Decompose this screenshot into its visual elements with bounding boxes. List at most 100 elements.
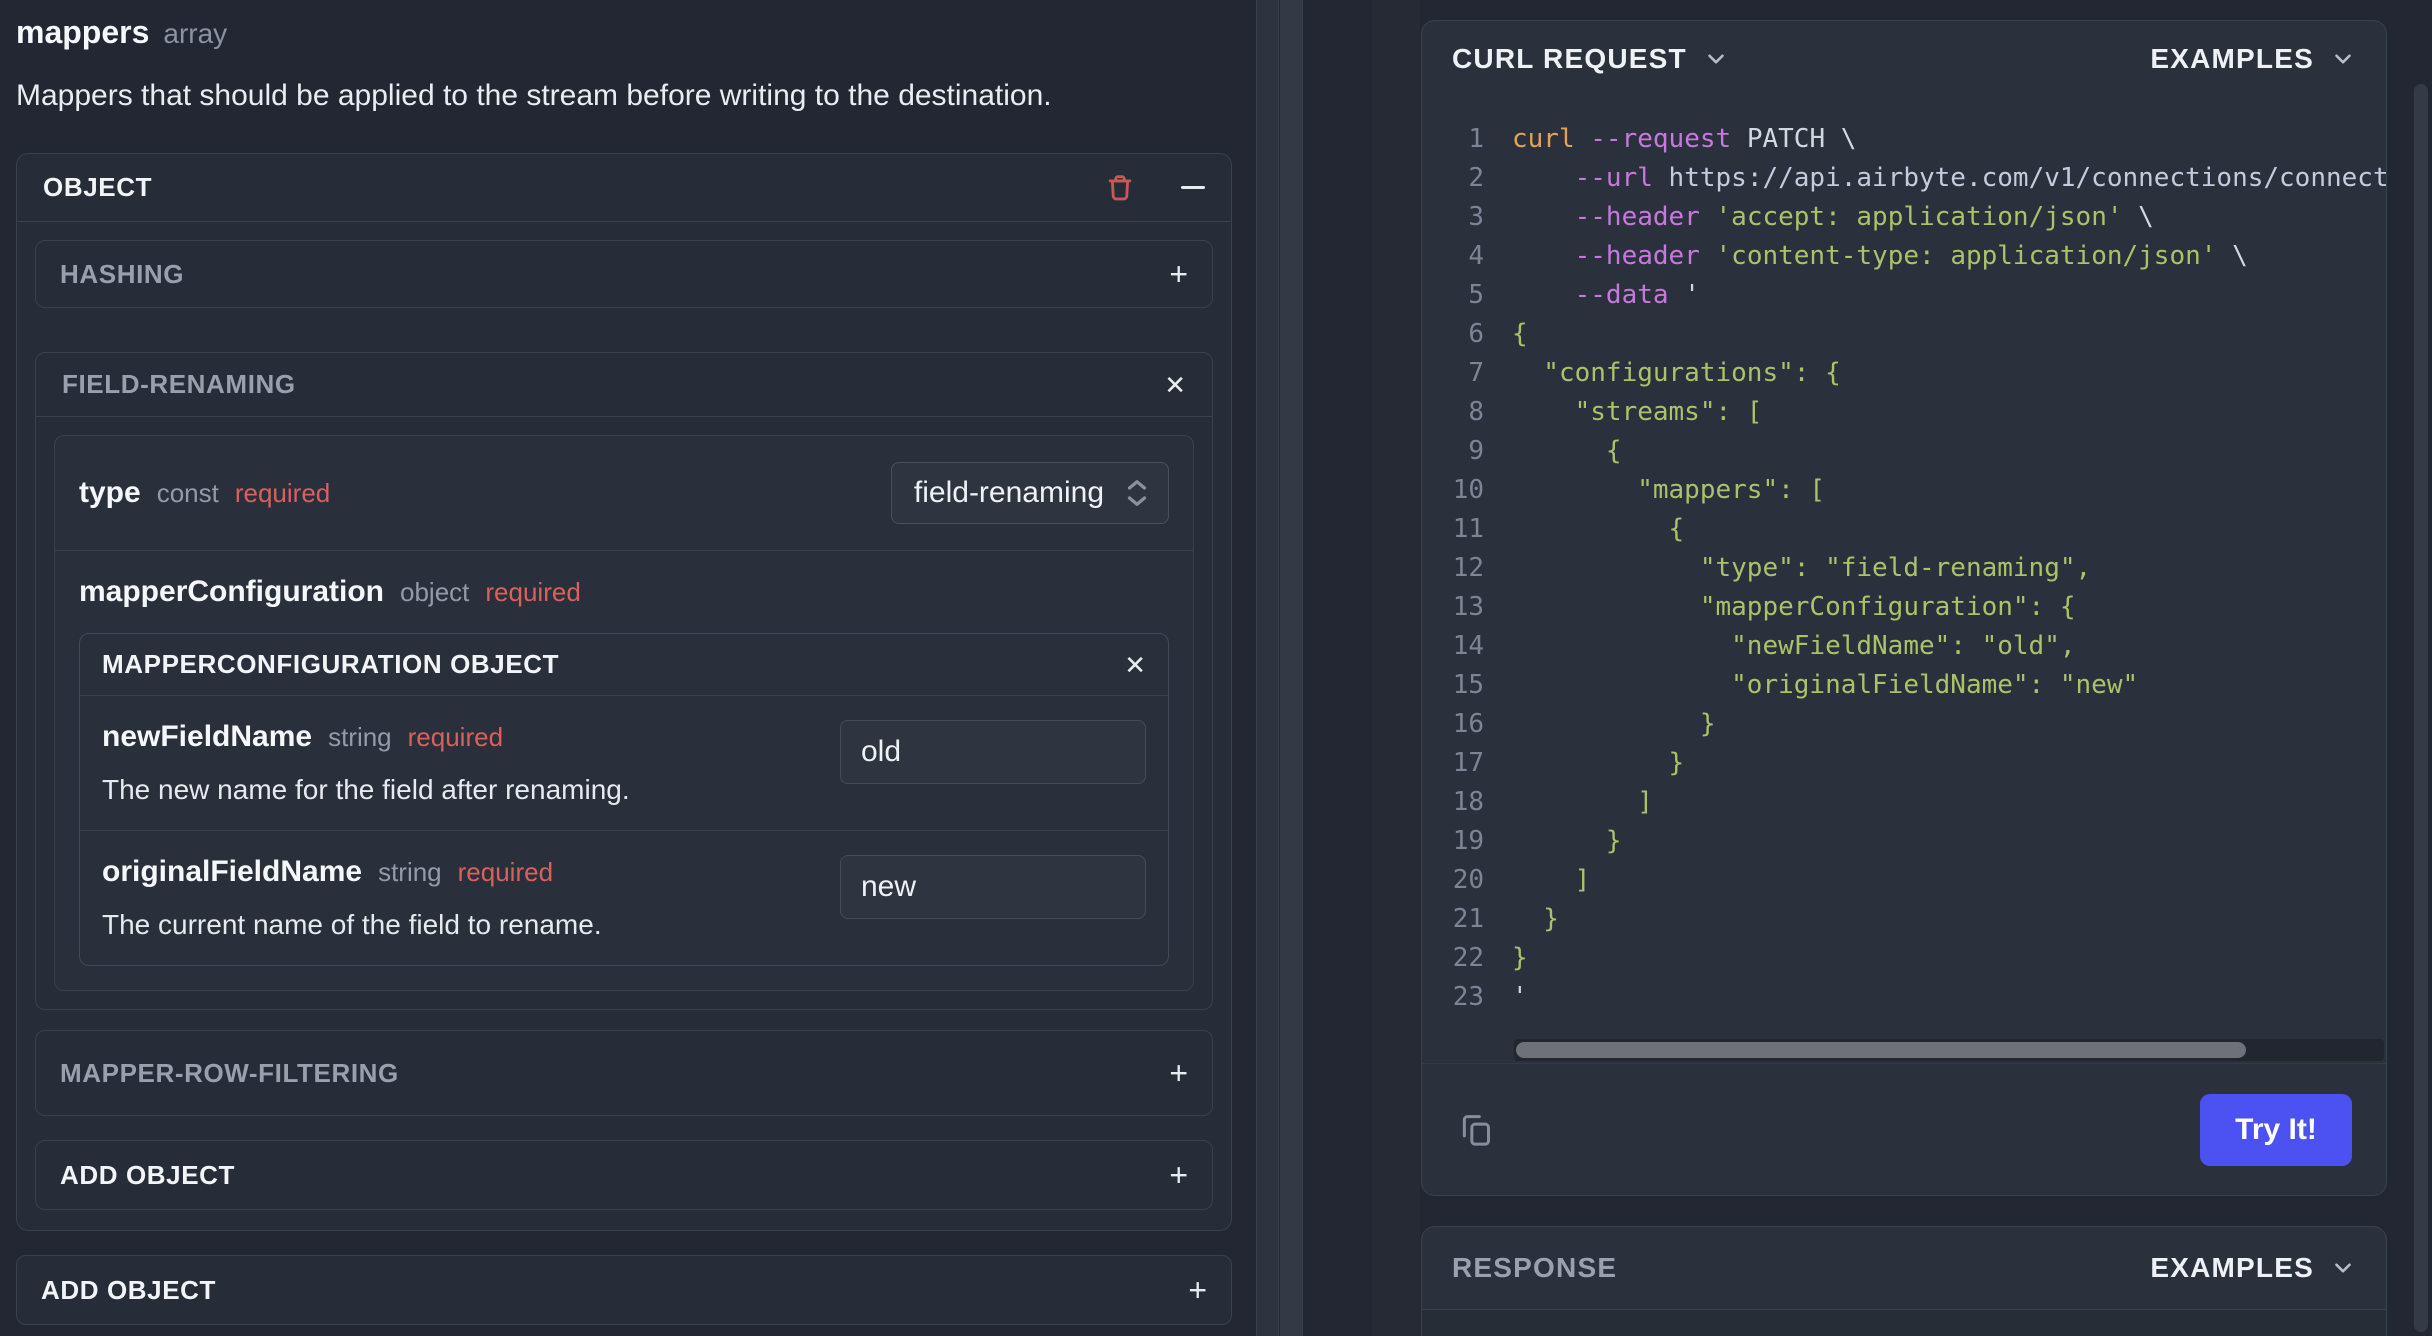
select-stepper-icon — [1122, 475, 1152, 511]
minus-icon — [1181, 186, 1205, 189]
line-number: 11 — [1452, 513, 1484, 544]
type-field-row: type const required field-renaming — [55, 436, 1193, 551]
object-panel: OBJECT HASHING + FIELD-RENAMING ✕ type c… — [16, 153, 1232, 1231]
field-renaming-body: type const required field-renaming mappe… — [36, 417, 1212, 1009]
object-panel-body: HASHING + FIELD-RENAMING ✕ type const re… — [17, 222, 1231, 1230]
code-line: 1 curl --request PATCH \ — [1422, 119, 2386, 158]
code-text: ] — [1512, 786, 1653, 817]
left-pane-scrollbar-thumb[interactable] — [1280, 0, 1303, 1336]
line-number: 22 — [1452, 942, 1484, 973]
new-field-name-description: The new name for the field after renamin… — [102, 774, 630, 805]
code-text: } — [1512, 903, 1559, 934]
new-field-name-row: newFieldName string required The new nam… — [80, 696, 1168, 830]
close-icon: ✕ — [1124, 649, 1146, 680]
curl-request-dropdown[interactable]: CURL REQUEST — [1452, 43, 1729, 75]
property-description: Mappers that should be applied to the st… — [16, 79, 1052, 112]
collapse-object-button[interactable] — [1181, 186, 1205, 189]
code-line: 22} — [1422, 938, 2386, 977]
code-horizontal-scrollbar-thumb[interactable] — [1516, 1042, 2246, 1058]
chevron-down-icon — [2330, 46, 2356, 72]
code-text: --url https://api.airbyte.com/v1/connect… — [1574, 162, 2386, 193]
code-text: "newFieldName": "old", — [1512, 630, 2076, 661]
line-number: 10 — [1452, 474, 1484, 505]
new-field-name-required-badge: required — [407, 722, 504, 752]
response-panel: RESPONSE EXAMPLES — [1421, 1226, 2387, 1336]
schema-editor-column: mappers array Mappers that should be app… — [0, 0, 1255, 1336]
type-required-badge: required — [234, 478, 331, 508]
code-text: ' — [1512, 981, 1528, 1012]
type-const-badge: const — [156, 478, 219, 508]
line-number: 16 — [1452, 708, 1484, 739]
code-text: --data ' — [1574, 279, 1700, 310]
chevron-down-icon — [2330, 1255, 2356, 1281]
delete-object-button[interactable] — [1103, 171, 1137, 205]
code-text: } — [1512, 942, 1528, 973]
type-select-value: field-renaming — [913, 476, 1104, 509]
object-panel-title: OBJECT — [43, 172, 153, 202]
plus-icon: + — [1188, 1272, 1207, 1308]
line-number: 17 — [1452, 747, 1484, 778]
line-number: 8 — [1468, 396, 1484, 427]
property-type-badge: array — [163, 18, 228, 49]
code-horizontal-scrollbar-track[interactable] — [1514, 1039, 2384, 1061]
try-it-button[interactable]: Try It! — [2200, 1093, 2352, 1166]
code-text: } — [1512, 708, 1716, 739]
add-object-button-inner[interactable]: ADD OBJECT + — [35, 1140, 1213, 1210]
mapper-configuration-section: mapperConfiguration object required MAPP… — [55, 551, 1193, 990]
expand-hashing-button[interactable]: + — [1169, 258, 1188, 290]
new-field-name-input[interactable] — [840, 720, 1146, 784]
type-field-name: type — [79, 476, 141, 509]
add-object-button-outer[interactable]: ADD OBJECT + — [16, 1255, 1232, 1325]
new-field-name-label: newFieldName — [102, 720, 313, 753]
original-field-name-input[interactable] — [840, 855, 1146, 919]
code-line: 4 --header 'content-type: application/js… — [1422, 236, 2386, 275]
code-line: 14 "newFieldName": "old", — [1422, 626, 2386, 665]
code-text: --header 'content-type: application/json… — [1574, 240, 2248, 271]
original-field-name-required-badge: required — [457, 857, 554, 887]
left-pane-scrollbar-track[interactable] — [1256, 0, 1279, 1336]
field-renaming-header[interactable]: FIELD-RENAMING ✕ — [36, 353, 1212, 417]
response-header: RESPONSE EXAMPLES — [1422, 1227, 2386, 1309]
examples-dropdown[interactable]: EXAMPLES — [2150, 43, 2356, 75]
hashing-section[interactable]: HASHING + — [35, 240, 1213, 308]
response-title: RESPONSE — [1452, 1252, 1618, 1283]
code-text: "originalFieldName": "new" — [1512, 669, 2139, 700]
response-examples-dropdown[interactable]: EXAMPLES — [2150, 1252, 2356, 1284]
line-number: 6 — [1468, 318, 1484, 349]
response-examples-label: EXAMPLES — [2150, 1252, 2314, 1283]
trash-icon — [1103, 171, 1137, 205]
close-mapper-configuration-button[interactable]: ✕ — [1124, 652, 1146, 678]
code-text: { — [1512, 513, 1685, 544]
line-number: 9 — [1468, 435, 1484, 466]
field-renaming-card: type const required field-renaming mappe… — [54, 435, 1194, 991]
close-field-renaming-button[interactable]: ✕ — [1164, 372, 1186, 398]
curl-request-header: CURL REQUEST EXAMPLES — [1422, 21, 2386, 97]
line-number: 7 — [1468, 357, 1484, 388]
curl-request-panel: CURL REQUEST EXAMPLES 1 curl --request PA… — [1421, 20, 2387, 1196]
new-field-name-type-badge: string — [328, 722, 392, 752]
examples-label: EXAMPLES — [2150, 43, 2314, 74]
type-select[interactable]: field-renaming — [890, 462, 1169, 524]
mapper-configuration-name: mapperConfiguration — [79, 575, 384, 608]
code-line: 19 } — [1422, 821, 2386, 860]
plus-button[interactable]: + — [1169, 1159, 1188, 1191]
code-text: "mapperConfiguration": { — [1512, 591, 2076, 622]
code-text: } — [1512, 825, 1622, 856]
line-number: 2 — [1468, 162, 1484, 193]
column-gutter — [1372, 0, 1420, 1336]
mapper-row-filtering-section[interactable]: MAPPER-ROW-FILTERING + — [35, 1030, 1213, 1116]
expand-mapper-row-filtering-button[interactable]: + — [1169, 1057, 1188, 1089]
plus-icon: + — [1169, 256, 1188, 292]
mapper-configuration-object-panel: MAPPERCONFIGURATION OBJECT ✕ newFieldNam… — [79, 633, 1169, 966]
line-number: 1 — [1468, 123, 1484, 154]
property-title-row: mappers array — [16, 14, 1255, 51]
plus-icon: + — [1169, 1157, 1188, 1193]
plus-button[interactable]: + — [1188, 1274, 1207, 1306]
code-line: 8 "streams": [ — [1422, 392, 2386, 431]
line-number: 23 — [1452, 981, 1484, 1012]
line-number: 14 — [1452, 630, 1484, 661]
curl-code-block[interactable]: 1 curl --request PATCH \ 2 --url https://a… — [1422, 97, 2386, 1063]
copy-code-button[interactable] — [1456, 1110, 1496, 1150]
page-scrollbar-thumb[interactable] — [2414, 84, 2428, 1332]
code-line: 17 } — [1422, 743, 2386, 782]
